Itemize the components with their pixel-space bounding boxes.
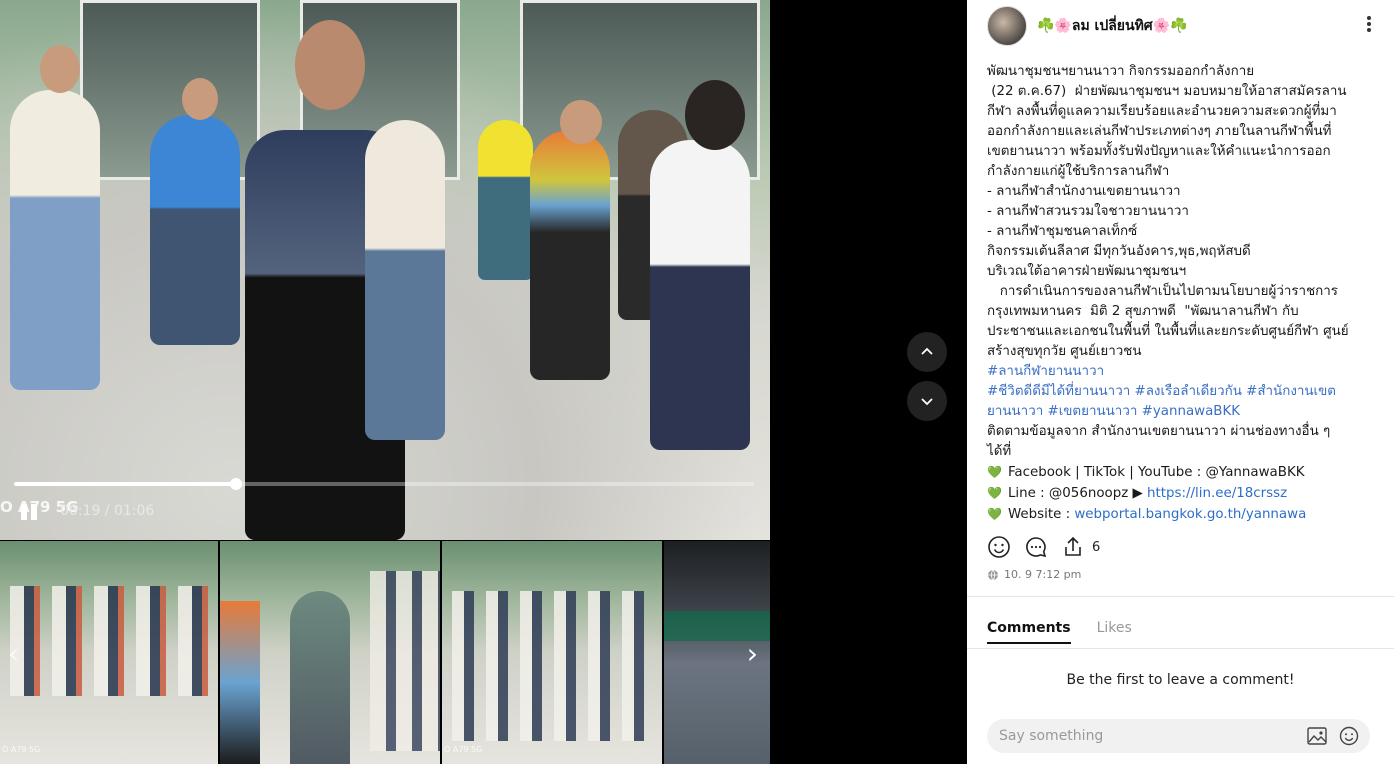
emoji-icon[interactable] [1339,726,1359,746]
caption-line: กิจกรรมเต้นลีลาศ มีทุกวันอังคาร,พุธ,พฤหั… [987,244,1251,259]
dancer-figure [150,115,240,345]
caption-line: สร้างสุขทุกวัย ศูนย์เยาวชน [987,344,1142,359]
social-text: Facebook | TikTok | YouTube : @YannawaBK… [1007,465,1305,480]
divider [967,596,1394,597]
smile-icon[interactable] [987,535,1011,559]
chevron-left-icon[interactable]: ‹ [8,637,19,670]
caption-line: - ลานกีฬาชุมชนคาลเท็กซ์ [987,224,1138,239]
post-panel: ☘️🌸ลม เปลี่ยนทิศ🌸☘️ พัฒนาชุมชนฯยานนาวา ก… [967,0,1394,764]
thumbnail-watermark: O A79 5G [444,745,483,754]
mute-icon[interactable] [724,500,750,524]
dancer-figure [478,120,533,280]
green-heart-icon: 💚 [987,465,1002,479]
dancer-head [685,80,745,150]
green-heart-icon: 💚 [987,507,1002,521]
thumbnail-watermark: O A79 5G [2,745,41,754]
video-progress-bar[interactable] [14,478,754,490]
caption-line: กีฬา ลงพื้นที่ดูแลความเรียบร้อยและอำนวยค… [987,104,1337,119]
comment-icon[interactable] [1024,535,1048,559]
empty-comments-message: Be the first to leave a comment! [1066,672,1295,688]
caption-line: เขตยานนาวา พร้อมทั้งรับฟังปัญหาและให้คำแ… [987,144,1331,159]
post-actions: 6 [987,535,1100,559]
dancer-head [40,45,80,93]
hashtag-link[interactable]: #ชีวิตดีดีมีได้ที่ยานนาวา #ลงเรือลำเดียว… [987,382,1377,402]
hashtag-link[interactable]: ยานนาวา #เขตยานนาวา #yannawaBKK [987,402,1377,422]
divider [967,648,1394,649]
video-player[interactable]: O A79 5G 00:19 / 01:06 [0,0,770,540]
image-icon[interactable] [1307,727,1327,745]
website-link[interactable]: webportal.bangkok.go.th/yannawa [1074,507,1306,522]
dancer-figure [365,120,445,440]
line-text: Line : @056noopz ▶ [1007,486,1148,501]
previous-post-button[interactable] [907,332,947,372]
thumbnail-strip: ‹ O A79 5G O A79 5G › [0,541,770,764]
caption-line: (22 ต.ค.67) ฝ่ายพัฒนาชุมชนฯ มอบหมายให้อา… [987,84,1347,99]
website-label: Website : [1007,507,1075,522]
globe-icon [988,569,998,580]
chevron-right-icon[interactable]: › [747,637,758,670]
post-caption: พัฒนาชุมชนฯยานนาวา กิจกรรมออกกำลังกาย (2… [987,62,1377,525]
caption-line: - ลานกีฬาสำนักงานเขตยานนาวา [987,184,1181,199]
caption-line: ติดตามข้อมูลจาก สำนักงานเขตยานนาวา ผ่านช… [987,424,1331,439]
caption-line: บริเวณใต้อาคารฝ่ายพัฒนาชุมชนฯ [987,264,1187,279]
video-progress-fill [14,482,236,486]
line-link[interactable]: https://lin.ee/18crssz [1147,486,1287,501]
chevron-down-icon [921,398,933,406]
caption-line: ประชาชนและเอกชนในพื้นที่ ในพื้นที่และยกร… [987,324,1349,339]
post-header: ☘️🌸ลม เปลี่ยนทิศ🌸☘️ [967,0,1394,52]
caption-line: - ลานกีฬาสวนรวมใจชาวยานนาวา [987,204,1189,219]
thumbnail[interactable]: › [664,541,770,764]
dancer-head [295,20,365,110]
tab-comments[interactable]: Comments [987,620,1071,644]
green-heart-icon: 💚 [987,486,1002,500]
dancer-head [182,78,218,120]
caption-line: กำลังกายแก่ผู้ใช้บริการลานกีฬา [987,164,1170,179]
caption-line: ออกกำลังกายและเล่นกีฬาประเภทต่างๆ ภายในล… [987,124,1332,139]
comment-tabs: Comments Likes [987,620,1158,644]
caption-line: กรุงเทพมหานคร มิติ 2 สุขภาพดี "พัฒนาลานก… [987,304,1299,319]
hashtag-link[interactable]: #ลานกีฬายานนาวา [987,362,1377,382]
more-icon[interactable] [1363,14,1375,34]
dancer-figure [650,140,750,450]
thumbnail[interactable] [220,541,440,764]
thumbnail[interactable]: ‹ O A79 5G [0,541,218,764]
username[interactable]: ☘️🌸ลม เปลี่ยนทิศ🌸☘️ [1037,15,1188,37]
dancer-figure [530,130,610,380]
thumbnail[interactable]: O A79 5G [442,541,662,764]
dancer-head [560,100,602,144]
post-timestamp: 10. 9 7:12 pm [1004,568,1082,581]
avatar[interactable] [987,6,1027,46]
caption-line: พัฒนาชุมชนฯยานนาวา กิจกรรมออกกำลังกาย [987,64,1255,79]
dancer-figure [10,90,100,390]
caption-line: ได้ที่ [987,444,1012,459]
caption-line: การดำเนินการของลานกีฬาเป็นไปตามนโยบายผู้… [987,284,1338,299]
comment-input[interactable] [999,725,1289,747]
next-post-button[interactable] [907,381,947,421]
video-progress-knob[interactable] [230,478,242,490]
media-stage: O A79 5G 00:19 / 01:06 ‹ O A79 5G O A79 … [0,0,967,764]
tab-likes[interactable]: Likes [1097,620,1132,644]
share-count: 6 [1092,539,1101,555]
pause-icon[interactable] [18,502,40,522]
chevron-up-icon [921,347,933,355]
video-time: 00:19 / 01:06 [60,503,155,519]
share-icon[interactable] [1061,535,1085,559]
post-meta: 10. 9 7:12 pm [987,568,1081,581]
comment-input-box [987,719,1370,753]
